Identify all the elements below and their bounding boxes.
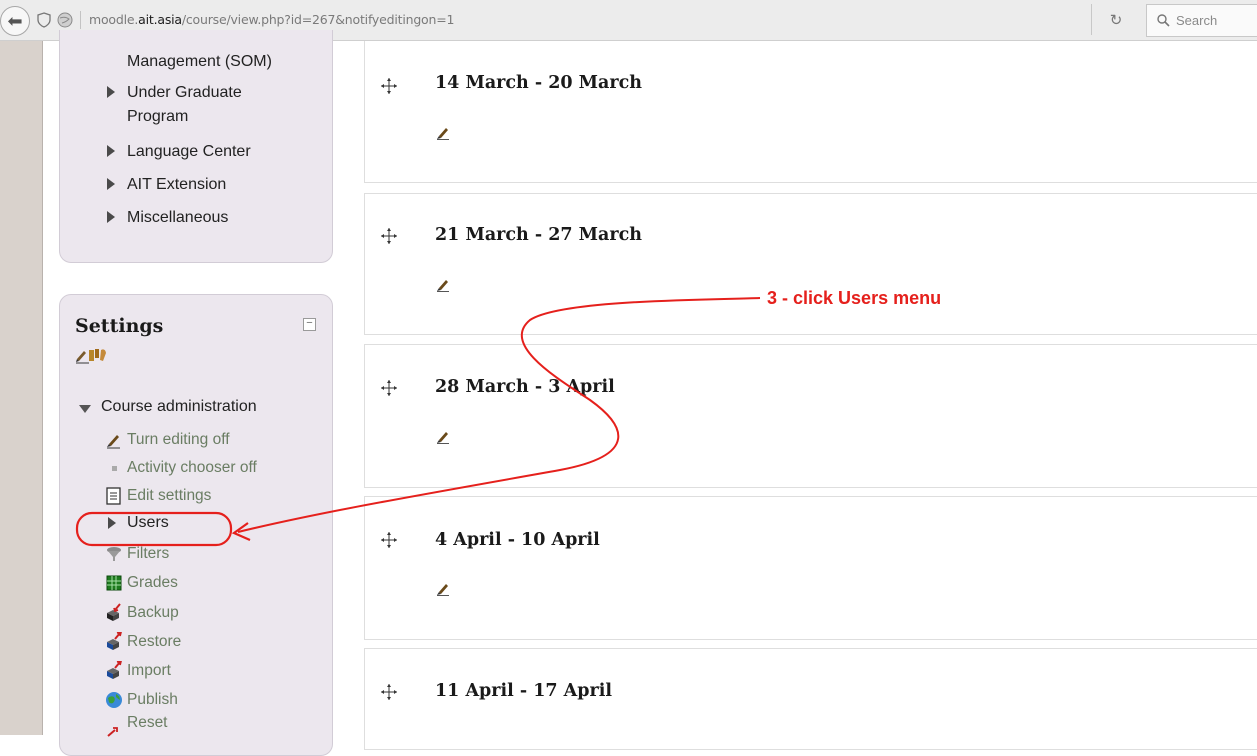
backup-link[interactable]: Backup <box>127 603 179 623</box>
collapse-arrow-icon[interactable] <box>79 405 91 413</box>
users-menu[interactable]: Users <box>127 514 169 532</box>
page-left-margin <box>0 41 43 735</box>
collapse-button[interactable]: − <box>303 318 316 331</box>
search-icon <box>1157 14 1170 27</box>
annotation-label: 3 - click Users menu <box>767 288 942 308</box>
bullet-icon <box>112 466 117 471</box>
url-host: ait.asia <box>138 12 182 27</box>
edit-tools-icon[interactable] <box>75 345 111 365</box>
funnel-icon <box>107 547 121 561</box>
turn-editing-off-link[interactable]: Turn editing off <box>127 430 230 450</box>
course-section <box>364 41 1257 183</box>
pencil-icon[interactable] <box>436 126 452 140</box>
grades-table-icon <box>106 575 122 591</box>
back-arrow-icon: ⬅ <box>7 10 23 32</box>
move-icon[interactable] <box>380 683 398 701</box>
activity-chooser-off-link[interactable]: Activity chooser off <box>127 458 257 478</box>
globe-icon[interactable] <box>57 12 73 28</box>
restore-link[interactable]: Restore <box>127 632 181 652</box>
edit-settings-link[interactable]: Edit settings <box>127 486 211 506</box>
section-title[interactable]: 28 March - 3 April <box>435 377 615 397</box>
reset-icon <box>107 727 118 737</box>
address-bar[interactable]: moodle.ait.asia/course/view.php?id=267&n… <box>89 12 454 27</box>
expand-arrow-icon[interactable] <box>108 517 116 529</box>
publish-globe-icon <box>106 692 122 708</box>
pencil-icon[interactable] <box>436 278 452 292</box>
backup-icon <box>107 603 121 621</box>
nav-item-miscellaneous[interactable]: Miscellaneous <box>127 207 228 229</box>
nav-item-under-graduate-line1[interactable]: Under Graduate <box>127 82 242 104</box>
move-icon[interactable] <box>380 77 398 95</box>
pencil-icon[interactable] <box>436 430 452 444</box>
move-icon[interactable] <box>380 531 398 549</box>
expand-arrow-icon[interactable] <box>107 178 115 190</box>
section-title[interactable]: 4 April - 10 April <box>435 530 600 550</box>
course-administration[interactable]: Course administration <box>101 398 257 416</box>
filters-link[interactable]: Filters <box>127 544 169 564</box>
reload-button[interactable]: ↻ <box>1091 4 1140 35</box>
pencil-icon <box>107 435 120 449</box>
section-title[interactable]: 21 March - 27 March <box>435 225 642 245</box>
search-placeholder: Search <box>1176 13 1218 28</box>
search-input[interactable]: Search <box>1146 4 1257 37</box>
document-icon <box>106 487 121 505</box>
url-prefix: moodle. <box>89 12 139 27</box>
nav-item-ait-extension[interactable]: AIT Extension <box>127 174 226 196</box>
restore-icon <box>107 632 122 650</box>
settings-title: Settings <box>75 315 164 337</box>
back-button[interactable]: ⬅ <box>0 6 30 36</box>
expand-arrow-icon[interactable] <box>107 211 115 223</box>
course-section <box>364 193 1257 335</box>
move-icon[interactable] <box>380 227 398 245</box>
section-title[interactable]: 11 April - 17 April <box>435 681 612 701</box>
course-section <box>364 344 1257 488</box>
reset-link[interactable]: Reset <box>127 715 168 731</box>
nav-item-som[interactable]: Management (SOM) <box>127 51 272 73</box>
expand-arrow-icon[interactable] <box>107 86 115 98</box>
url-path: /course/view.php?id=267&notifyeditingon=… <box>181 12 455 27</box>
expand-arrow-icon[interactable] <box>107 145 115 157</box>
section-title[interactable]: 14 March - 20 March <box>435 73 642 93</box>
reload-icon: ↻ <box>1109 10 1123 29</box>
pencil-icon[interactable] <box>436 582 452 596</box>
move-icon[interactable] <box>380 379 398 397</box>
publish-link[interactable]: Publish <box>127 690 178 710</box>
import-link[interactable]: Import <box>127 661 171 681</box>
nav-item-language-center[interactable]: Language Center <box>127 141 251 163</box>
import-icon <box>107 661 122 679</box>
shield-icon[interactable] <box>37 12 51 28</box>
url-separator <box>80 11 81 29</box>
course-section <box>364 496 1257 640</box>
nav-item-under-graduate-line2[interactable]: Program <box>127 106 188 128</box>
grades-link[interactable]: Grades <box>127 573 178 593</box>
